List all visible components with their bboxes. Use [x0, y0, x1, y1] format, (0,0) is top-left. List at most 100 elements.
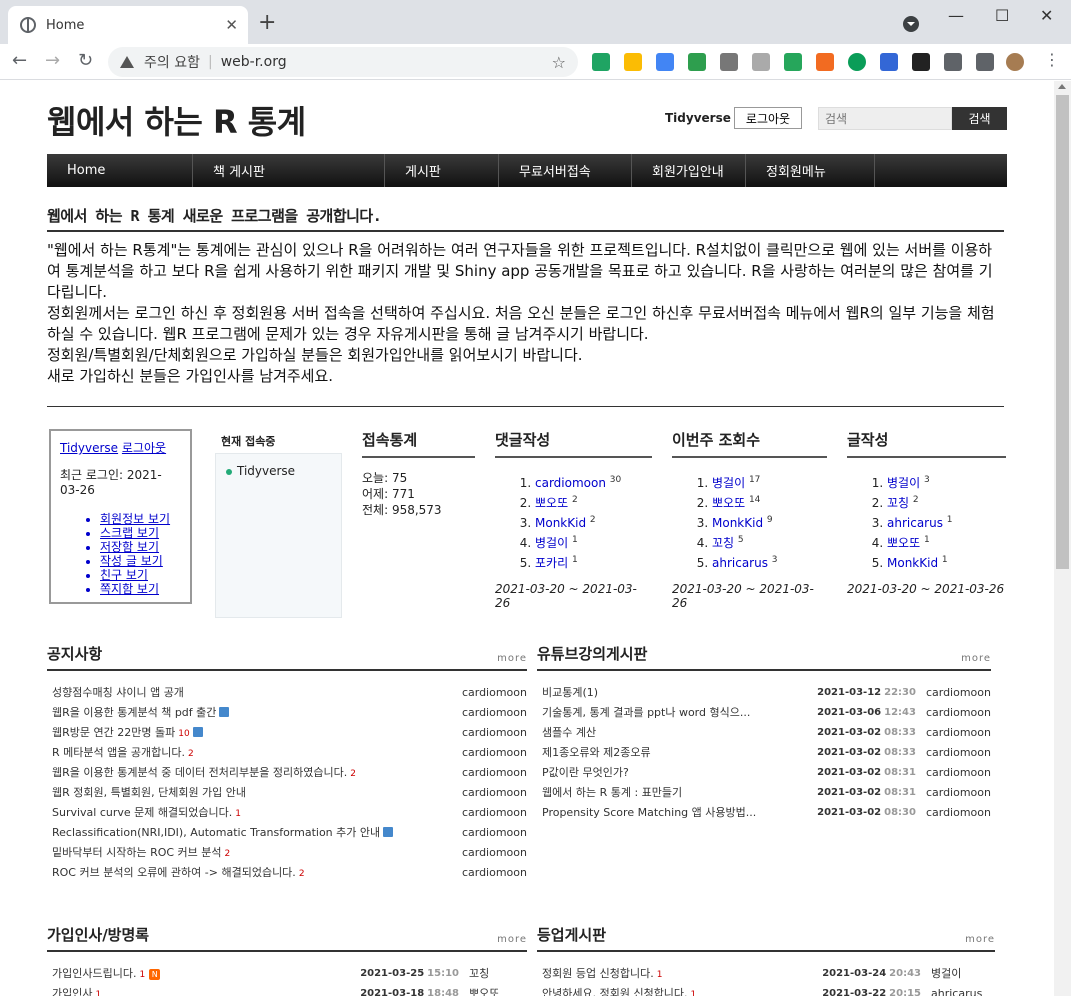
online-label: 현재 접속중 [221, 435, 276, 448]
site-title[interactable]: 웹에서 하는 R 통계 [47, 97, 306, 143]
divider [47, 230, 1004, 232]
address-bar: ← → ↻ 주의 요함 | web-r.org ☆ ⋮ [0, 44, 1071, 80]
board-title[interactable]: 공지사항 [47, 643, 102, 664]
ranking-item: 꼬칭 5 [712, 532, 827, 552]
board-title[interactable]: 유튜브강의게시판 [537, 643, 647, 664]
menu-board[interactable]: 게시판 [385, 154, 499, 187]
menu-home[interactable]: Home [47, 154, 193, 187]
upgrade-board: 등업게시판 more 정회원 등업 신청합니다. 1 2021-03-24 20:43… [537, 924, 995, 996]
table-row[interactable]: Survival curve 문제 해결되었습니다. 1 cardiomoon [47, 803, 527, 823]
header-username: Tidyverse [665, 111, 731, 125]
table-row[interactable]: 웹R방문 연간 22만명 돌파 10 cardiomoon [47, 723, 527, 743]
table-row[interactable]: 밑바닥부터 시작하는 ROC 커브 분석 2 cardiomoon [47, 843, 527, 863]
more-link[interactable]: more [961, 653, 991, 664]
media-queue-icon[interactable] [976, 53, 994, 71]
table-row[interactable]: 안녕하세요. 정회원 신청합니다. 1 2021-03-22 20:15 ahricar… [537, 984, 995, 996]
new-tab-icon[interactable]: + [258, 10, 276, 35]
ranking-views: 이번주 조회수 병걸이 17 뽀오또 14 MonkKid 9 꼬칭 5 ahr… [672, 429, 827, 610]
drive-extension-icon-2[interactable] [624, 53, 642, 71]
extensions-puzzle-icon[interactable] [944, 53, 962, 71]
menu-free-server[interactable]: 무료서버접속 [499, 154, 632, 187]
new-badge-icon: N [149, 969, 161, 980]
table-row[interactable]: 웹에서 하는 R 통계 : 표만들기 2021-03-02 08:31 cardiom… [537, 783, 991, 803]
search-input[interactable] [818, 107, 952, 130]
table-row[interactable]: R 메타분석 앱을 공개합니다. 2 cardiomoon [47, 743, 527, 763]
table-row[interactable]: 샘플수 계산 2021-03-02 08:33 cardiomoon [537, 723, 991, 743]
url-text[interactable]: web-r.org [221, 54, 552, 70]
table-row[interactable]: 성향점수매칭 샤이니 앱 공개 cardiomoon [47, 683, 527, 703]
ranking-title: 글작성 [847, 429, 1006, 458]
table-row[interactable]: 제1종오류와 제2종오류 2021-03-02 08:33 cardiomoon [537, 743, 991, 763]
logout-button[interactable]: 로그아웃 [734, 107, 802, 129]
login-box: Tidyverse 로그아웃 최근 로그인: 2021-03-26 회원정보 보… [49, 429, 192, 604]
online-user[interactable]: Tidyverse [226, 464, 331, 478]
ranking-item: MonkKid 1 [887, 552, 1006, 572]
logout-link[interactable]: 로그아웃 [122, 441, 166, 455]
minimize-icon[interactable]: — [948, 6, 964, 25]
table-row[interactable]: 웹R을 이용한 통계분석 중 데이터 전처리부분을 정리하였습니다. 2 cardi… [47, 763, 527, 783]
evernote-extension-icon[interactable] [848, 53, 866, 71]
blue-extension-icon[interactable] [880, 53, 898, 71]
bookmark-star-icon[interactable]: ☆ [552, 53, 566, 72]
table-row[interactable]: 비교통계(1) 2021-03-12 22:30 cardiomoon [537, 683, 991, 703]
online-dot-icon [226, 468, 232, 475]
menu-join-guide[interactable]: 회원가입안내 [632, 154, 746, 187]
table-row[interactable]: 정회원 등업 신청합니다. 1 2021-03-24 20:43 병걸이 [537, 964, 995, 984]
drive-extension-icon[interactable] [592, 53, 610, 71]
table-row[interactable]: 웹R을 이용한 통계분석 책 pdf 출간 cardiomoon [47, 703, 527, 723]
ranking-title: 이번주 조회수 [672, 429, 827, 458]
scrollbar-thumb[interactable] [1056, 95, 1069, 569]
ranking-item: 뽀오또 1 [887, 532, 1006, 552]
eyedropper-extension-icon[interactable] [720, 53, 738, 71]
more-link[interactable]: more [497, 653, 527, 664]
search-button[interactable]: 검색 [952, 107, 1007, 130]
menu-book-board[interactable]: 책 게시판 [193, 154, 385, 187]
reload-icon[interactable]: ↻ [78, 50, 93, 71]
link-friends[interactable]: 친구 보기 [100, 568, 181, 582]
table-row[interactable]: P값이란 무엇인가? 2021-03-02 08:31 cardiomoon [537, 763, 991, 783]
greeting-board: 가입인사/방명록 more 가입인사드립니다. 1 N 2021-03-25 15:10… [47, 924, 527, 996]
forward-icon[interactable]: → [45, 50, 60, 71]
tab-search-icon[interactable] [903, 16, 919, 32]
more-link[interactable]: more [497, 934, 527, 945]
translate-extension-icon[interactable] [656, 53, 674, 71]
table-row[interactable]: Reclassification(NRI,IDI), Automatic Tra… [47, 823, 527, 843]
table-row[interactable]: ROC 커브 분석의 오류에 관하여 -> 해결되었습니다. 2 cardiomoo… [47, 863, 527, 883]
link-messages[interactable]: 쪽지함 보기 [100, 582, 181, 596]
table-row[interactable]: 가입인사드립니다. 1 N 2021-03-25 15:10 꼬칭 [47, 964, 527, 984]
browser-tab-home[interactable]: Home ✕ [8, 6, 248, 44]
cursor-extension-icon[interactable] [912, 53, 930, 71]
more-link[interactable]: more [965, 934, 995, 945]
table-row[interactable]: 가입인사 1 2021-03-18 18:48 뽀오또 [47, 984, 527, 996]
table-row[interactable]: 웹R 정회원, 특별회원, 단체회원 가입 안내 cardiomoon [47, 783, 527, 803]
menu-member[interactable]: 정회원메뉴 [746, 154, 875, 187]
profile-avatar[interactable] [1006, 53, 1024, 71]
screenshot-extension-icon[interactable] [688, 53, 706, 71]
online-users: Tidyverse [215, 453, 342, 618]
page-scrollbar[interactable] [1054, 81, 1071, 996]
file-icon [219, 707, 230, 717]
maximize-icon[interactable]: ☐ [995, 6, 1009, 25]
user-link[interactable]: Tidyverse [60, 441, 118, 455]
file-icon [383, 827, 394, 837]
scroll-up-icon[interactable] [1058, 84, 1066, 89]
page-content: 웹에서 하는 R 통계 Tidyverse 로그아웃 검색 Home 책 게시판… [0, 81, 1054, 996]
close-tab-icon[interactable]: ✕ [225, 16, 238, 34]
back-icon[interactable]: ← [12, 50, 27, 71]
ranking-item: 뽀오또 2 [535, 492, 652, 512]
orange-extension-icon[interactable] [816, 53, 834, 71]
board-title[interactable]: 가입인사/방명록 [47, 924, 149, 945]
link-saved[interactable]: 저장함 보기 [100, 540, 181, 554]
table-row[interactable]: Propensity Score Matching 앱 사용방법... 2021-… [537, 803, 991, 823]
board-title[interactable]: 등업게시판 [537, 924, 606, 945]
link-scrap[interactable]: 스크랩 보기 [100, 526, 181, 540]
table-row[interactable]: 기술통계, 통계 결과를 ppt나 word 형식으... 2021-03-06 1… [537, 703, 991, 723]
omnibox[interactable]: 주의 요함 | web-r.org ☆ [108, 47, 578, 77]
link-my-posts[interactable]: 작성 글 보기 [100, 554, 181, 568]
more-menu-icon[interactable]: ⋮ [1044, 50, 1060, 69]
ranking-range: 2021-03-20 ~ 2021-03-26 [672, 582, 814, 610]
green-extension-icon[interactable] [784, 53, 802, 71]
brush-extension-icon[interactable] [752, 53, 770, 71]
link-member-info[interactable]: 회원정보 보기 [100, 512, 181, 526]
close-window-icon[interactable]: ✕ [1040, 6, 1053, 25]
